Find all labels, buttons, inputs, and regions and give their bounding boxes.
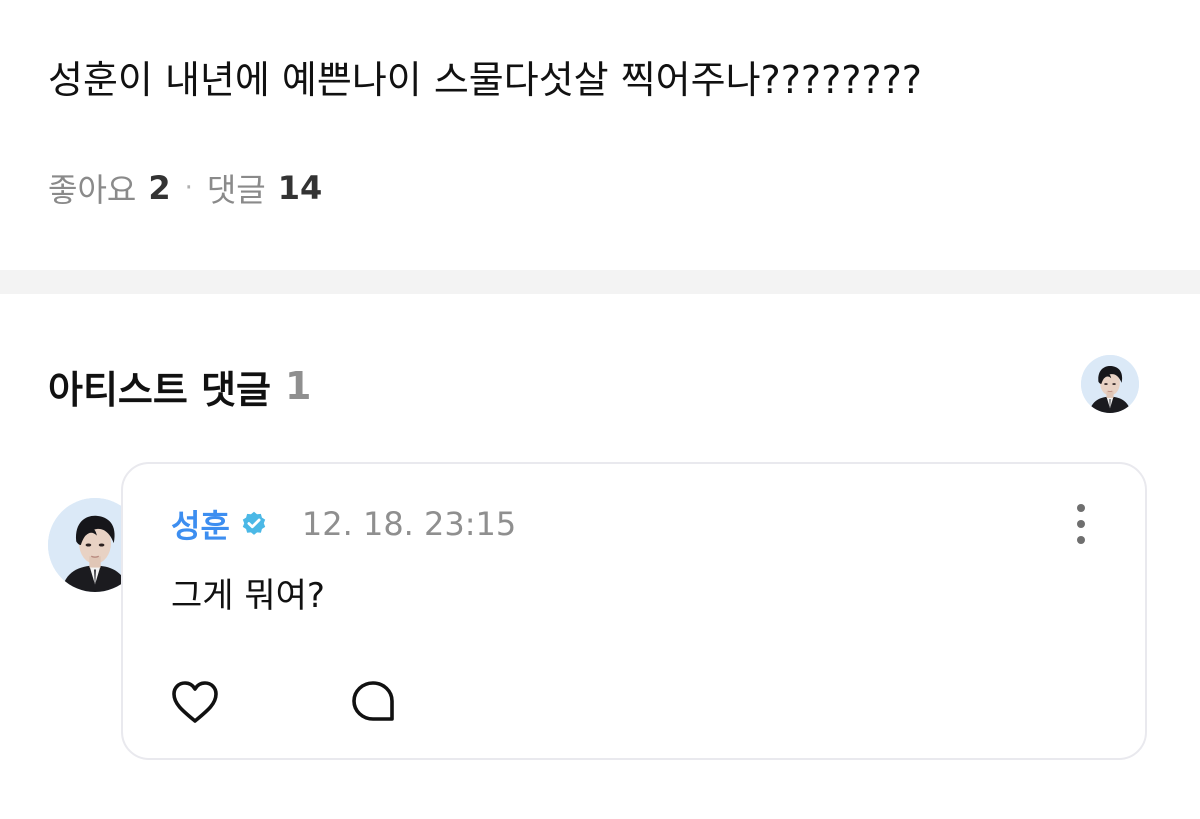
comment-author[interactable]: 성훈 (171, 501, 230, 547)
artist-avatar-small[interactable] (1081, 355, 1139, 413)
heart-icon (172, 681, 218, 723)
comment-text: 그게 뭐여? (171, 576, 325, 616)
post-text: 성훈이 내년에 예쁜나이 스물다섯살 찍어주나???????? (48, 58, 922, 102)
verified-badge-icon (240, 510, 268, 538)
speech-bubble-icon (352, 681, 394, 721)
comments-count[interactable]: 14 (278, 169, 323, 207)
more-vertical-icon[interactable] (1071, 502, 1091, 546)
artist-comments-count: 1 (285, 364, 312, 408)
reply-button[interactable] (345, 674, 401, 730)
artist-comments-title: 아티스트 댓글 (48, 367, 271, 412)
artist-avatar-image (1081, 355, 1139, 413)
artist-comments-header: 아티스트 댓글 1 (48, 360, 311, 412)
like-button[interactable] (167, 674, 223, 730)
stats-separator: · (184, 173, 193, 203)
likes-count[interactable]: 2 (148, 169, 170, 207)
comment-header: 성훈 12. 18. 23:15 (171, 502, 516, 546)
section-divider (0, 270, 1200, 294)
comment-timestamp: 12. 18. 23:15 (301, 505, 517, 543)
likes-label[interactable]: 좋아요 (48, 165, 136, 211)
comments-label[interactable]: 댓글 (207, 165, 266, 211)
post-stats: 좋아요 2 · 댓글 14 (48, 166, 322, 210)
comment-card: 성훈 12. 18. 23:15 그게 뭐여? (121, 462, 1147, 760)
